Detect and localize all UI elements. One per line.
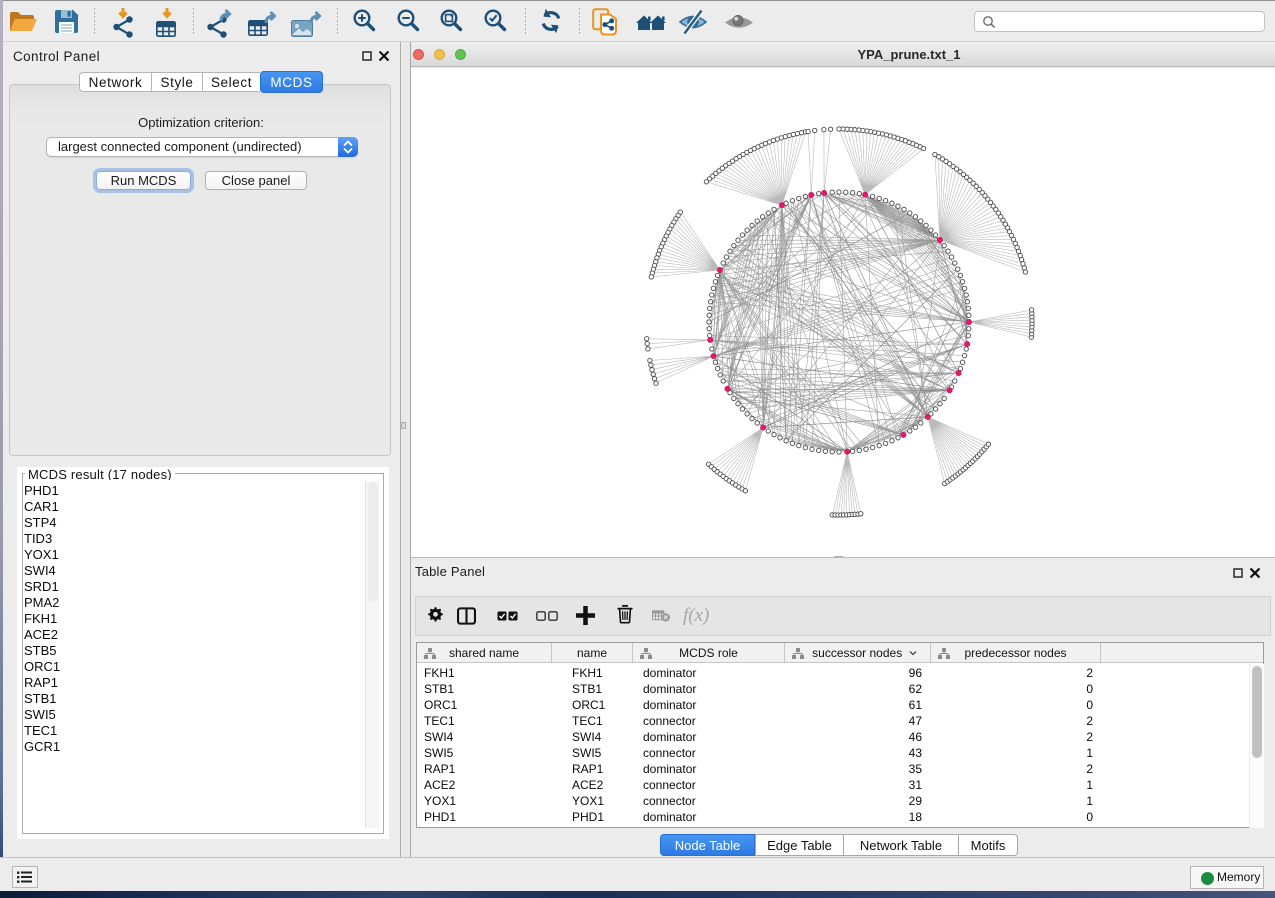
svg-text:f(x): f(x) <box>683 605 709 626</box>
